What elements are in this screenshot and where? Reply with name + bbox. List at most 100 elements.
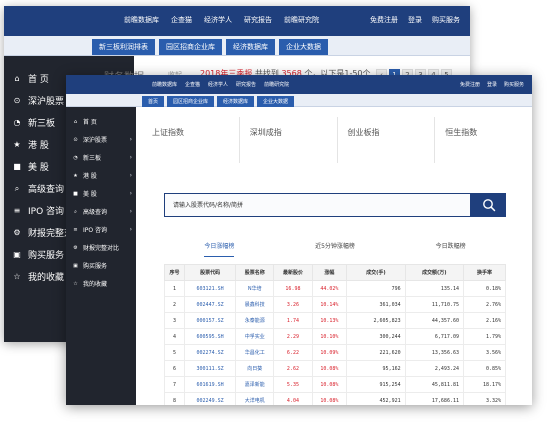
sub-tab[interactable]: 园区招商企业库 [159, 39, 222, 55]
cell-turnover: 45,811.81 [404, 376, 464, 393]
cell-code[interactable]: 300111.SZ [184, 360, 237, 377]
sidebar-item-compare[interactable]: ⚙ 财报完整对比 [72, 243, 132, 253]
table-row[interactable]: 8 002249.SZ 大洋电机 4.04 10.08% 452,921 17,… [163, 392, 507, 405]
login-link[interactable]: 登录 [487, 81, 497, 88]
sidebar-item-home[interactable]: ⌂ 首 页 [12, 72, 48, 85]
sidebar-item-label: 美 股 [83, 191, 97, 198]
cart-icon: ▣ [73, 262, 78, 269]
ranking-tabs: 今日涨幅榜 近5分钟涨幅榜 今日跌幅榜 [164, 241, 506, 257]
sidebar-item-neeq[interactable]: ◔ 新三板 › [72, 153, 132, 162]
cell-price: 2.62 [273, 360, 313, 377]
cell-code[interactable]: 002274.SZ [184, 344, 237, 361]
stock-search-input[interactable] [165, 194, 470, 216]
nav-item-research[interactable]: 研究报告 [236, 81, 256, 88]
sub-tab[interactable]: 经济数据库 [217, 96, 255, 107]
front-window: 前瞻数据库 企查猫 经济学人 研究报告 前瞻研究院 免费注册 登录 购买服务 首… [66, 75, 532, 405]
sidebar-item-a-shares[interactable]: ⊙ 深沪股票 › [72, 135, 132, 144]
table-row[interactable]: 7 601619.SH 嘉泽新能 5.35 10.08% 915,254 45,… [163, 376, 507, 393]
table-row[interactable]: 3 000157.SZ 永泰能源 1.74 10.13% 2,605,823 4… [163, 312, 507, 329]
col-header: 成交额(万) [404, 264, 464, 281]
table-row[interactable]: 4 600595.SH 中孚实业 2.29 10.10% 300,244 6,7… [163, 328, 507, 345]
cell-change: 10.08% [311, 376, 348, 393]
nav-item-institute[interactable]: 前瞻研究院 [284, 15, 319, 25]
nav-item-database[interactable]: 前瞻数据库 [124, 15, 159, 25]
tab-today-losers[interactable]: 今日跌幅榜 [436, 241, 466, 257]
tab-5min-gainers[interactable]: 近5分钟涨幅榜 [315, 241, 355, 257]
cell-turnover-rate: 0.85% [462, 360, 507, 377]
cell-name[interactable]: 中孚实业 [235, 328, 275, 345]
sub-tab[interactable]: 企业大数据 [279, 39, 328, 55]
cell-name[interactable]: 嘉泽新能 [235, 376, 275, 393]
sidebar-item-home[interactable]: ⌂ 首 页 [72, 117, 132, 127]
register-link[interactable]: 免费注册 [370, 15, 398, 25]
sub-tab[interactable]: 首页 [142, 96, 165, 107]
login-link[interactable]: 登录 [408, 15, 422, 25]
cell-name[interactable]: 永泰能源 [235, 312, 275, 329]
sidebar-item-hk[interactable]: ★ 港 股 [12, 138, 48, 151]
table-row[interactable]: 2 002447.SZ 晨鑫科技 3.26 10.14% 361,034 11,… [163, 296, 507, 313]
sidebar-item-favorites[interactable]: ☆ 我的收藏 [12, 270, 64, 283]
sidebar-item-advanced-search[interactable]: ⌕ 高级查询 › [72, 207, 132, 216]
home-icon: ⌂ [14, 74, 20, 83]
index-card-shenzhen[interactable]: 深圳成指 [240, 117, 338, 163]
cell-code[interactable]: 601619.SH [184, 376, 237, 393]
sub-tab[interactable]: 经济数据库 [226, 39, 275, 55]
cell-rank: 5 [163, 344, 186, 361]
cell-code[interactable]: 600595.SH [184, 328, 237, 345]
sidebar-item-us[interactable]: ■ 美 股 › [72, 189, 132, 198]
cell-change: 10.08% [311, 360, 348, 377]
sub-tab[interactable]: 新三板利润排表 [92, 39, 155, 55]
sidebar-item-buy[interactable]: ▣ 购买服务 [12, 248, 64, 261]
register-link[interactable]: 免费注册 [460, 81, 480, 88]
sidebar-item-advanced-search[interactable]: ⌕ 高级查询 [12, 182, 64, 196]
cell-change: 10.08% [311, 392, 348, 405]
sub-tab[interactable]: 企业大数据 [257, 96, 295, 107]
nav-item-economist[interactable]: 经济学人 [204, 15, 232, 25]
nav-item-qichamao[interactable]: 企查猫 [171, 15, 192, 25]
cell-code[interactable]: 002249.SZ [184, 392, 237, 405]
cell-name[interactable]: 向日葵 [235, 360, 275, 377]
nav-item-research[interactable]: 研究报告 [244, 15, 272, 25]
cell-price: 16.98 [273, 280, 313, 297]
sidebar-item-label: 港 股 [83, 173, 97, 180]
nav-item-economist[interactable]: 经济学人 [208, 81, 228, 88]
nav-item-qichamao[interactable]: 企查猫 [185, 81, 200, 88]
cell-volume: 221,620 [346, 344, 406, 361]
sidebar-item-ipo[interactable]: ≡ IPO 咨询 [12, 204, 64, 217]
index-card-shanghai[interactable]: 上证指数 [142, 117, 240, 163]
nav-item-database[interactable]: 前瞻数据库 [152, 81, 177, 88]
cell-code[interactable]: 000157.SZ [184, 312, 237, 329]
cell-turnover-rate: 1.79% [462, 328, 507, 345]
cell-name[interactable]: 大洋电机 [235, 392, 275, 405]
sidebar-item-favorites[interactable]: ☆ 我的收藏 [72, 279, 132, 289]
sub-tab[interactable]: 园区招商企业库 [167, 96, 215, 107]
cell-name[interactable]: 晨鑫科技 [235, 296, 275, 313]
sidebar-item-hk[interactable]: ★ 港 股 › [72, 171, 132, 180]
tab-today-gainers[interactable]: 今日涨幅榜 [204, 241, 235, 257]
col-header: 股票名称 [235, 264, 275, 281]
cell-turnover-rate: 3.32% [462, 392, 507, 405]
cell-name[interactable]: 华昌化工 [235, 344, 275, 361]
table-row[interactable]: 1 603121.SH N华培 16.98 44.02% 796 135.14 … [163, 280, 507, 297]
cell-price: 5.35 [273, 376, 313, 393]
sidebar-item-neeq[interactable]: ◔ 新三板 [12, 116, 56, 129]
cell-code[interactable]: 002447.SZ [184, 296, 237, 313]
index-card-hangseng[interactable]: 恒生指数 [435, 117, 532, 163]
table-row[interactable]: 6 300111.SZ 向日葵 2.62 10.08% 95,162 2,493… [163, 360, 507, 377]
sidebar-item-ipo[interactable]: ≡ IPO 咨询 › [72, 225, 132, 234]
stock-search-box [164, 193, 471, 217]
nav-item-institute[interactable]: 前瞻研究院 [264, 81, 289, 88]
cell-name[interactable]: N华培 [235, 280, 275, 297]
sidebar-item-a-shares[interactable]: ⊙ 深沪股票 [12, 94, 64, 107]
sidebar-item-buy[interactable]: ▣ 购买服务 [72, 261, 132, 271]
sidebar-item-us[interactable]: ■ 美 股 [12, 160, 49, 173]
cell-code[interactable]: 603121.SH [184, 280, 237, 297]
sidebar-item-label: 深沪股票 [28, 97, 65, 107]
index-card-chinext[interactable]: 创业板指 [338, 117, 436, 163]
cell-volume: 95,162 [346, 360, 406, 377]
cell-volume: 300,244 [346, 328, 406, 345]
buy-link[interactable]: 购买服务 [432, 15, 460, 25]
search-button[interactable] [471, 193, 506, 217]
table-row[interactable]: 5 002274.SZ 华昌化工 6.22 10.09% 221,620 13,… [163, 344, 507, 361]
buy-link[interactable]: 购买服务 [504, 81, 524, 88]
